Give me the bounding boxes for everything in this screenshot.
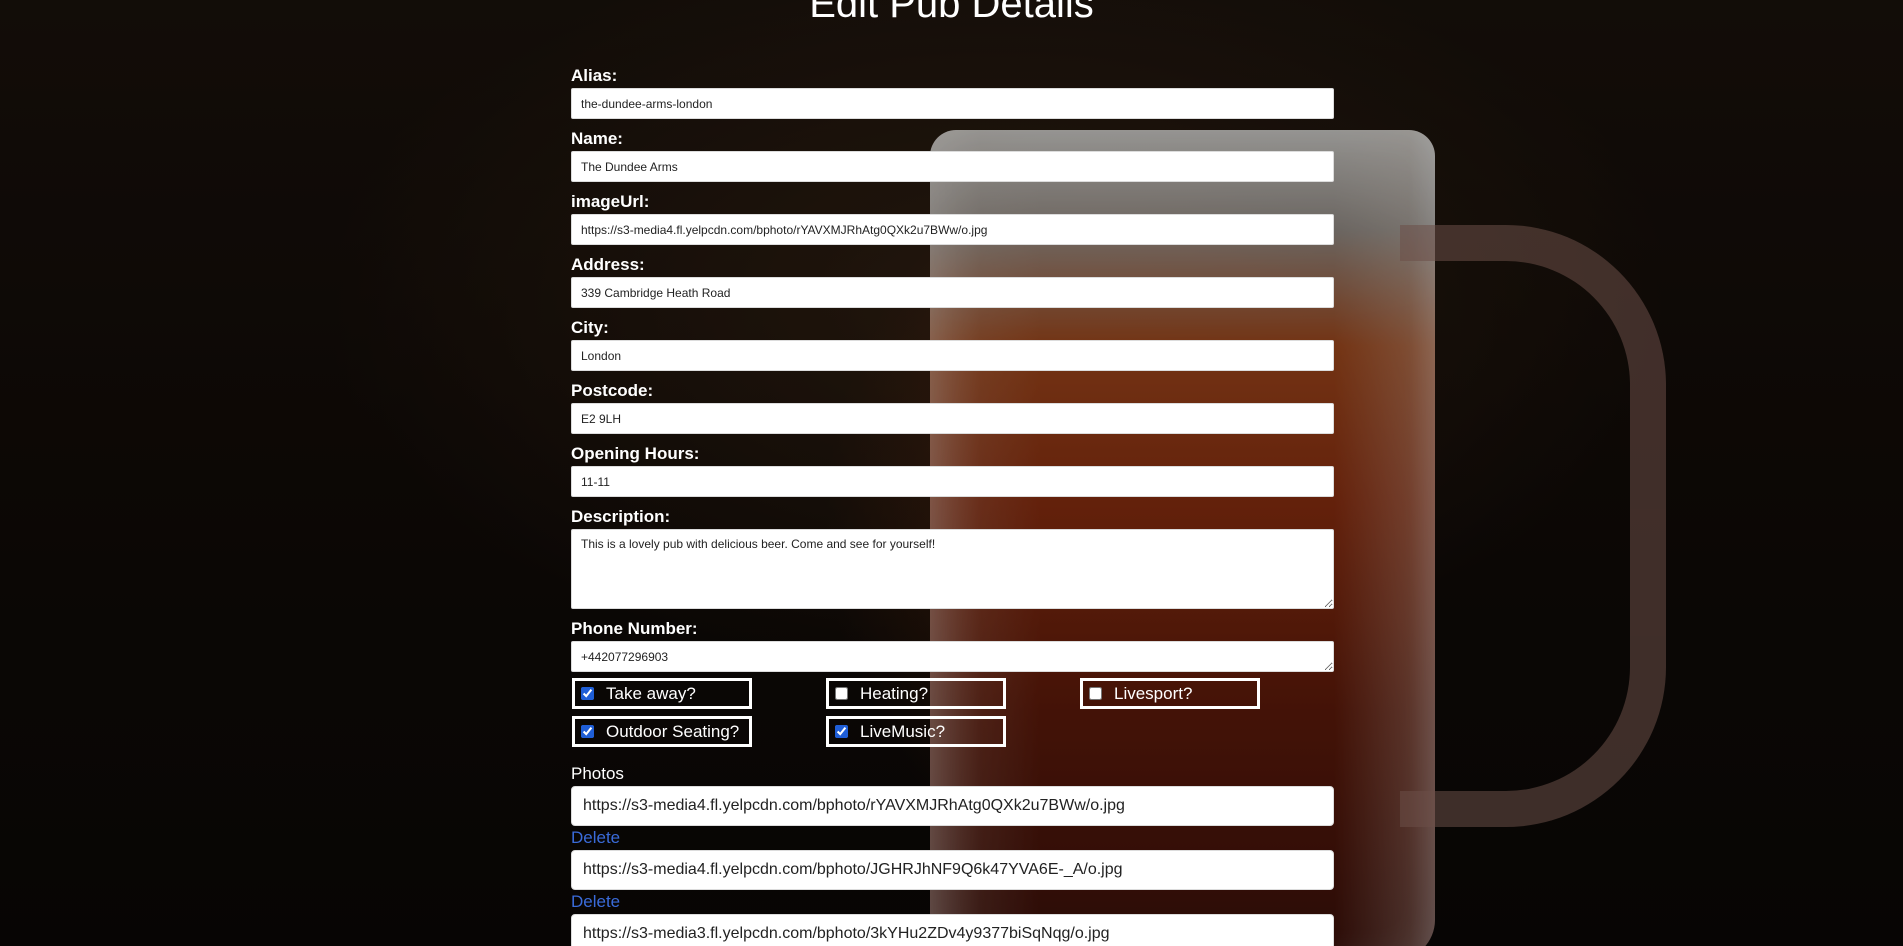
postcode-input[interactable] <box>571 403 1334 434</box>
image-url-input[interactable] <box>571 214 1334 245</box>
outdoor-seating-option[interactable]: Outdoor Seating? <box>572 716 752 747</box>
phone-number-label: Phone Number: <box>571 619 698 638</box>
address-label: Address: <box>571 255 645 274</box>
live-music-option[interactable]: LiveMusic? <box>826 716 1006 747</box>
livesport-label: Livesport? <box>1114 683 1193 703</box>
page-title: Edit Pub Details <box>809 0 1094 26</box>
phone-number-textarea[interactable]: +442077296903 <box>571 641 1334 672</box>
delete-photo-link[interactable]: Delete <box>571 890 1334 914</box>
address-input[interactable] <box>571 277 1334 308</box>
heating-label: Heating? <box>860 683 929 703</box>
opening-hours-input[interactable] <box>571 466 1334 497</box>
photo-url-input[interactable] <box>571 914 1334 946</box>
alias-label: Alias: <box>571 66 618 85</box>
take-away-checkbox[interactable] <box>581 687 594 700</box>
description-label: Description: <box>571 507 671 526</box>
livesport-checkbox[interactable] <box>1089 687 1102 700</box>
edit-pub-form: Alias: Name: imageUrl: Address: City: Po… <box>571 64 1334 946</box>
photo-url-input[interactable] <box>571 850 1334 890</box>
live-music-label: LiveMusic? <box>860 721 946 741</box>
outdoor-seating-label: Outdoor Seating? <box>606 721 740 741</box>
opening-hours-label: Opening Hours: <box>571 444 700 463</box>
amenities-checkbox-group: Take away? Heating? Livesport? Outdoor S… <box>571 678 1334 754</box>
alias-input[interactable] <box>571 88 1334 119</box>
description-textarea[interactable]: This is a lovely pub with delicious beer… <box>571 529 1334 609</box>
delete-photo-link[interactable]: Delete <box>571 826 1334 850</box>
outdoor-seating-checkbox[interactable] <box>581 725 594 738</box>
heating-checkbox[interactable] <box>835 687 848 700</box>
take-away-label: Take away? <box>606 683 696 703</box>
image-url-label: imageUrl: <box>571 192 650 211</box>
take-away-option[interactable]: Take away? <box>572 678 752 709</box>
postcode-label: Postcode: <box>571 381 654 400</box>
photos-heading: Photos <box>571 764 624 783</box>
city-label: City: <box>571 318 609 337</box>
photo-url-input[interactable] <box>571 786 1334 826</box>
live-music-checkbox[interactable] <box>835 725 848 738</box>
livesport-option[interactable]: Livesport? <box>1080 678 1260 709</box>
heating-option[interactable]: Heating? <box>826 678 1006 709</box>
name-input[interactable] <box>571 151 1334 182</box>
name-label: Name: <box>571 129 623 148</box>
city-input[interactable] <box>571 340 1334 371</box>
